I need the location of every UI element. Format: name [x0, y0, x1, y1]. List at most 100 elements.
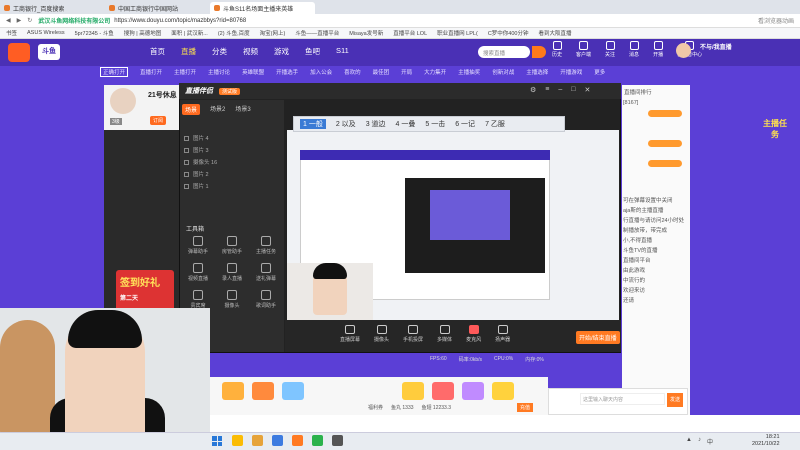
- tool-button[interactable]: 主播任务: [250, 236, 282, 255]
- phone-cast-button[interactable]: 手机投屏: [403, 325, 423, 343]
- bookmark-item[interactable]: 直播平台 LOL: [393, 29, 427, 37]
- follow-button[interactable]: 订阅: [150, 116, 167, 125]
- scene-tab[interactable]: 场景3: [235, 104, 250, 115]
- scene-tab[interactable]: 场景2: [210, 104, 225, 115]
- subnav-item[interactable]: 喜欢的: [344, 68, 361, 76]
- forward-icon[interactable]: ▶: [17, 17, 22, 24]
- back-icon[interactable]: ◀: [6, 17, 11, 24]
- layer-item[interactable]: 图片 2: [184, 170, 209, 178]
- url-field[interactable]: 武汉斗鱼网络科技有限公司 https://www.douyu.com/topic/…: [38, 16, 752, 26]
- chrome-icon[interactable]: [232, 435, 243, 446]
- eye-icon[interactable]: [184, 171, 189, 177]
- subnav-item[interactable]: 主播讨论: [208, 68, 230, 76]
- camera-button[interactable]: 摄像头: [374, 325, 389, 343]
- gift-icon[interactable]: [462, 382, 484, 400]
- bookmark-item[interactable]: C罗中你400分钟: [488, 29, 529, 37]
- nav-video[interactable]: 视频: [243, 46, 258, 57]
- bookmark-item[interactable]: 看到大阪直播: [538, 29, 571, 37]
- nav-yuba[interactable]: 鱼吧: [305, 46, 320, 57]
- eye-icon[interactable]: [184, 135, 189, 141]
- subnav-item[interactable]: 正确打开: [100, 66, 129, 77]
- subnav-item[interactable]: 开局: [401, 68, 412, 76]
- wechat-icon[interactable]: [312, 435, 323, 446]
- bookmark-item[interactable]: 淘宝(网上): [260, 29, 286, 37]
- ime-indicator[interactable]: 中: [707, 437, 713, 446]
- tool-button[interactable]: 房管助手: [216, 236, 248, 255]
- layer-item[interactable]: 图片 4: [184, 134, 209, 142]
- gift-icon[interactable]: [252, 382, 274, 400]
- settings-icon[interactable]: ⚙: [530, 86, 536, 94]
- recharge-button[interactable]: 充值: [517, 403, 534, 412]
- windows-start-icon[interactable]: [212, 436, 222, 446]
- layer-item[interactable]: 图片 1: [184, 182, 209, 190]
- go-live-button[interactable]: 开播: [653, 41, 663, 58]
- avatar[interactable]: [676, 43, 691, 58]
- bookmark-item[interactable]: Misaya发号新: [349, 29, 383, 37]
- scene-tab[interactable]: 场景: [182, 104, 201, 115]
- subnav-item[interactable]: 开播选手: [276, 68, 298, 76]
- screen-share-button[interactable]: 直播屏幕: [340, 325, 360, 343]
- tool-button[interactable]: 贵宾席: [182, 290, 214, 309]
- bookmark-item[interactable]: 搜狗 | 高德地图: [124, 29, 162, 37]
- minimize-icon[interactable]: –: [558, 86, 562, 94]
- tool-button[interactable]: 视频直播: [182, 263, 214, 282]
- network-icon[interactable]: ▲: [686, 437, 692, 446]
- ime-candidate[interactable]: 3 道边: [366, 119, 386, 129]
- bookmark-item[interactable]: 面积 | 武汉新...: [171, 29, 208, 37]
- gift-icon[interactable]: [492, 382, 514, 400]
- subnav-item[interactable]: 主播选择: [526, 68, 548, 76]
- volume-icon[interactable]: ♪: [698, 437, 701, 446]
- maximize-icon[interactable]: □: [571, 86, 575, 94]
- tool-button[interactable]: 录人直播: [216, 263, 248, 282]
- subnav-item[interactable]: 开播游戏: [560, 68, 582, 76]
- host-avatar[interactable]: [110, 88, 136, 114]
- bookmark-item[interactable]: 斗鱼——直播平台: [295, 29, 339, 37]
- bookmark-item[interactable]: 5pr72345 - 斗鱼: [75, 29, 114, 37]
- gift-icon[interactable]: [282, 382, 304, 400]
- bookmark-item[interactable]: ASUS Wireless: [27, 30, 65, 36]
- nav-game[interactable]: 游戏: [274, 46, 289, 57]
- send-button[interactable]: 发送: [667, 393, 683, 407]
- chat-input[interactable]: 这里输入聊天内容: [580, 393, 665, 405]
- gift-icon[interactable]: [222, 382, 244, 400]
- clock[interactable]: 18:21 2021/10/22: [752, 434, 780, 448]
- bookmark-item[interactable]: (2) 斗鱼,百度: [218, 29, 250, 37]
- tool-button[interactable]: 歌词助手: [250, 290, 282, 309]
- tool-button[interactable]: 摄像头: [216, 290, 248, 309]
- subnav-item[interactable]: 更多: [594, 68, 605, 76]
- close-icon[interactable]: ✕: [585, 86, 591, 94]
- microphone-button[interactable]: 麦克风: [466, 325, 481, 343]
- ime-candidate[interactable]: 2 以及: [336, 119, 356, 129]
- bookmark-item[interactable]: 书签: [6, 29, 17, 37]
- ime-candidate[interactable]: 7 乙服: [485, 119, 505, 129]
- nav-live[interactable]: 直播: [181, 46, 196, 57]
- bookmark-item[interactable]: 职业直播网 LPL(: [437, 29, 478, 37]
- browser-tab[interactable]: 工商银行_百度搜索: [0, 2, 105, 14]
- media-button[interactable]: 多媒体: [437, 325, 452, 343]
- douyu-logo-icon[interactable]: [8, 43, 30, 62]
- eye-icon[interactable]: [184, 159, 189, 165]
- douyu-app-icon[interactable]: [292, 435, 303, 446]
- app-icon[interactable]: [272, 435, 283, 446]
- gift-icon[interactable]: [432, 382, 454, 400]
- subnav-item[interactable]: 主播抽奖: [458, 68, 480, 76]
- subnav-item[interactable]: 大力集开: [424, 68, 446, 76]
- ime-candidate[interactable]: 1 一般: [300, 119, 326, 129]
- messages-button[interactable]: 消息: [629, 41, 639, 58]
- coupon-label[interactable]: 福利券: [368, 404, 383, 411]
- site-logo[interactable]: 斗鱼: [38, 44, 60, 60]
- gift-icon[interactable]: [402, 382, 424, 400]
- layer-item[interactable]: 摄像头 16: [184, 158, 217, 166]
- reload-icon[interactable]: ↻: [27, 17, 32, 24]
- history-button[interactable]: 历史: [552, 41, 562, 58]
- follow-list-button[interactable]: 关注: [605, 41, 615, 58]
- subnav-item[interactable]: 最佳团: [373, 68, 390, 76]
- app-icon[interactable]: [332, 435, 343, 446]
- subnav-item[interactable]: 英雄联盟: [242, 68, 264, 76]
- nav-home[interactable]: 首页: [150, 46, 165, 57]
- ime-candidate[interactable]: 6 一记: [455, 119, 475, 129]
- folder-icon[interactable]: [252, 435, 263, 446]
- task-badge[interactable]: 主播任务: [760, 118, 790, 148]
- menu-icon[interactable]: ≡: [545, 86, 549, 94]
- eye-icon[interactable]: [184, 183, 189, 189]
